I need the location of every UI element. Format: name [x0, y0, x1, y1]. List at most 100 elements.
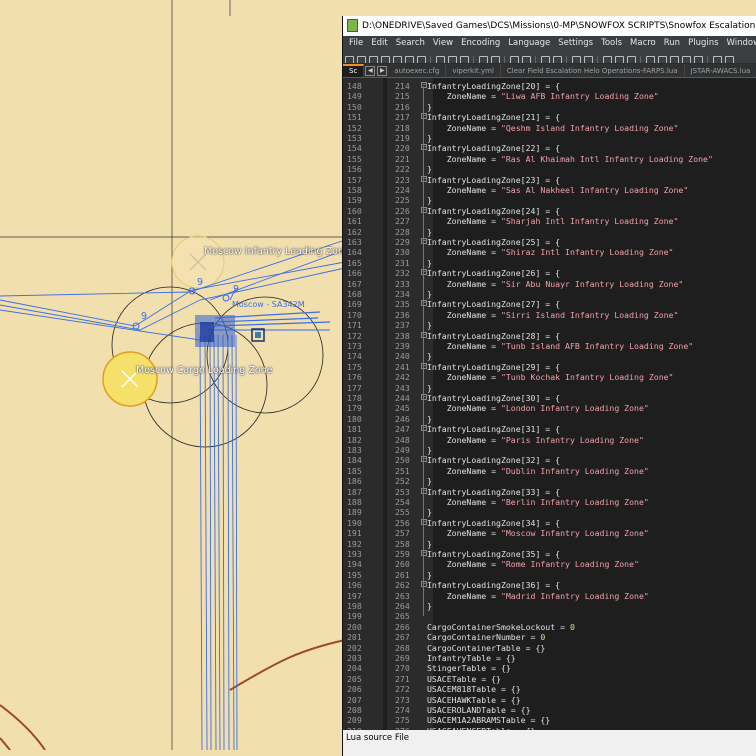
- monitor-icon[interactable]: [693, 56, 703, 63]
- menu-item-view[interactable]: View: [429, 36, 457, 50]
- code-line[interactable]: 161 227 ZoneName = "Sharjah Intl Infantry…: [343, 216, 756, 226]
- code-line[interactable]: 166 232− InfantryLoadingZone[26] = {: [343, 268, 756, 278]
- folder-icon[interactable]: [681, 56, 691, 63]
- code-line[interactable]: 202 268 CargoContainerTable = {}: [343, 643, 756, 653]
- code-line[interactable]: 171 237}: [343, 320, 756, 330]
- code-line[interactable]: 150 216}: [343, 102, 756, 112]
- code-line[interactable]: 203 269 InfantryTable = {}: [343, 653, 756, 663]
- code-line[interactable]: 196 262− InfantryLoadingZone[36] = {: [343, 580, 756, 590]
- code-line[interactable]: 172 238− InfantryLoadingZone[28] = {: [343, 331, 756, 341]
- code-line[interactable]: 177 243}: [343, 383, 756, 393]
- code-line[interactable]: 185 251 ZoneName = "Dublin Infantry Loadi…: [343, 466, 756, 476]
- code-line[interactable]: 148 214− InfantryLoadingZone[20] = {: [343, 81, 756, 91]
- word-wrap-icon[interactable]: [602, 56, 612, 63]
- menu-item-window[interactable]: Window: [723, 36, 756, 50]
- code-line[interactable]: 189 255}: [343, 507, 756, 517]
- code-line[interactable]: 206 272 USACEM818Table = {}: [343, 684, 756, 694]
- code-line[interactable]: 159 225}: [343, 195, 756, 205]
- code-line[interactable]: 157 223− InfantryLoadingZone[23] = {: [343, 175, 756, 185]
- code-line[interactable]: 163 229− InfantryLoadingZone[25] = {: [343, 237, 756, 247]
- code-line[interactable]: 194 260 ZoneName = "Rome Infantry Loading…: [343, 559, 756, 569]
- code-line[interactable]: 184 250− InfantryLoadingZone[32] = {: [343, 455, 756, 465]
- find-icon[interactable]: [509, 56, 519, 63]
- cut-icon[interactable]: [435, 56, 445, 63]
- code-line[interactable]: 173 239 ZoneName = "Tunb Island AFB Infan…: [343, 341, 756, 351]
- code-editor[interactable]: 148 214− InfantryLoadingZone[20] = {149 215…: [343, 78, 756, 730]
- code-line[interactable]: 179 245 ZoneName = "London Infantry Loadi…: [343, 403, 756, 413]
- tab-scroll-left-icon[interactable]: ◀: [365, 66, 376, 76]
- menu-item-edit[interactable]: Edit: [367, 36, 391, 50]
- code-line[interactable]: 165 231}: [343, 258, 756, 268]
- code-line[interactable]: 149 215 ZoneName = "Liwa AFB Infantry Loa…: [343, 91, 756, 101]
- menu-item-plugins[interactable]: Plugins: [684, 36, 722, 50]
- function-list-icon[interactable]: [669, 56, 679, 63]
- menu-item-encoding[interactable]: Encoding: [457, 36, 504, 50]
- menu-item-settings[interactable]: Settings: [554, 36, 597, 50]
- code-line[interactable]: 156 222}: [343, 164, 756, 174]
- menu-item-search[interactable]: Search: [392, 36, 429, 50]
- code-line[interactable]: 205 271 USACETable = {}: [343, 674, 756, 684]
- sync-h-icon[interactable]: [583, 56, 593, 63]
- menu-item-file[interactable]: File: [343, 36, 367, 50]
- record-icon[interactable]: [712, 56, 722, 63]
- menu-item-language[interactable]: Language: [504, 36, 554, 50]
- code-line[interactable]: 181 247− InfantryLoadingZone[31] = {: [343, 424, 756, 434]
- code-line[interactable]: 174 240}: [343, 351, 756, 361]
- notepad-window[interactable]: D:\ONEDRIVE\Saved Games\DCS\Missions\0-M…: [342, 16, 756, 756]
- zoom-out-icon[interactable]: [552, 56, 562, 63]
- code-line[interactable]: 197 263 ZoneName = "Madrid Infantry Loadi…: [343, 591, 756, 601]
- code-line[interactable]: 207 273 USACEHAWKTable = {}: [343, 695, 756, 705]
- code-line[interactable]: 152 218 ZoneName = "Qeshm Island Infantry…: [343, 123, 756, 133]
- tab-1[interactable]: autoexec.cfg: [388, 65, 447, 77]
- copy-icon[interactable]: [447, 56, 457, 63]
- code-line[interactable]: 199 265: [343, 611, 756, 621]
- menu-item-macro[interactable]: Macro: [626, 36, 660, 50]
- tab-4[interactable]: JSTAR-AWACS.lua: [685, 65, 756, 77]
- code-line[interactable]: 160 226− InfantryLoadingZone[24] = {: [343, 206, 756, 216]
- sync-v-icon[interactable]: [571, 56, 581, 63]
- code-line[interactable]: 151 217− InfantryLoadingZone[21] = {: [343, 112, 756, 122]
- code-line[interactable]: 204 270 StingerTable = {}: [343, 663, 756, 673]
- menu-item-tools[interactable]: Tools: [597, 36, 626, 50]
- menu-item-run[interactable]: Run: [660, 36, 684, 50]
- code-line[interactable]: 162 228}: [343, 227, 756, 237]
- code-line[interactable]: 175 241− InfantryLoadingZone[29] = {: [343, 362, 756, 372]
- code-line[interactable]: 167 233 ZoneName = "Sir Abu Nuayr Infantr…: [343, 279, 756, 289]
- redo-icon[interactable]: [490, 56, 500, 63]
- code-line[interactable]: 190 256− InfantryLoadingZone[34] = {: [343, 518, 756, 528]
- code-line[interactable]: 169 235− InfantryLoadingZone[27] = {: [343, 299, 756, 309]
- code-line[interactable]: 154 220− InfantryLoadingZone[22] = {: [343, 143, 756, 153]
- code-line[interactable]: 168 234}: [343, 289, 756, 299]
- close-all-icon[interactable]: [404, 56, 414, 63]
- code-line[interactable]: 155 221 ZoneName = "Ras Al Khaimah Intl I…: [343, 154, 756, 164]
- code-line[interactable]: 178 244− InfantryLoadingZone[30] = {: [343, 393, 756, 403]
- tab-0[interactable]: Sc: [343, 64, 365, 77]
- code-line[interactable]: 195 261}: [343, 570, 756, 580]
- indent-guide-icon[interactable]: [626, 56, 636, 63]
- replace-icon[interactable]: [521, 56, 531, 63]
- new-file-icon[interactable]: [344, 56, 354, 63]
- code-line[interactable]: 182 248 ZoneName = "Paris Infantry Loadin…: [343, 435, 756, 445]
- save-icon[interactable]: [368, 56, 378, 63]
- code-line[interactable]: 180 246}: [343, 414, 756, 424]
- waypoint-marker[interactable]: [222, 294, 230, 302]
- code-line[interactable]: 209 275 USACEM1A2ABRAMSTable = {}: [343, 715, 756, 725]
- stop-icon[interactable]: [724, 56, 734, 63]
- code-line[interactable]: 176 242 ZoneName = "Tunb Kochak Infantry …: [343, 372, 756, 382]
- code-line[interactable]: 208 274 USACEROLANDTable = {}: [343, 705, 756, 715]
- code-line[interactable]: 153 219}: [343, 133, 756, 143]
- code-line[interactable]: 193 259− InfantryLoadingZone[35] = {: [343, 549, 756, 559]
- code-line[interactable]: 201 267 CargoContainerNumber = 0: [343, 632, 756, 642]
- code-line[interactable]: 191 257 ZoneName = "Moscow Infantry Loadi…: [343, 528, 756, 538]
- save-all-icon[interactable]: [380, 56, 390, 63]
- code-line[interactable]: 164 230 ZoneName = "Shiraz Intl Infantry …: [343, 247, 756, 257]
- lang-icon[interactable]: [645, 56, 655, 63]
- code-line[interactable]: 158 224 ZoneName = "Sas Al Nakheel Infant…: [343, 185, 756, 195]
- code-line[interactable]: 198 264}: [343, 601, 756, 611]
- unit-cluster[interactable]: [195, 311, 331, 347]
- zoom-in-icon[interactable]: [540, 56, 550, 63]
- print-icon[interactable]: [416, 56, 426, 63]
- tab-2[interactable]: viperkit.yml: [446, 65, 501, 77]
- code-line[interactable]: 170 236 ZoneName = "Sirri Island Infantry…: [343, 310, 756, 320]
- paste-icon[interactable]: [459, 56, 469, 63]
